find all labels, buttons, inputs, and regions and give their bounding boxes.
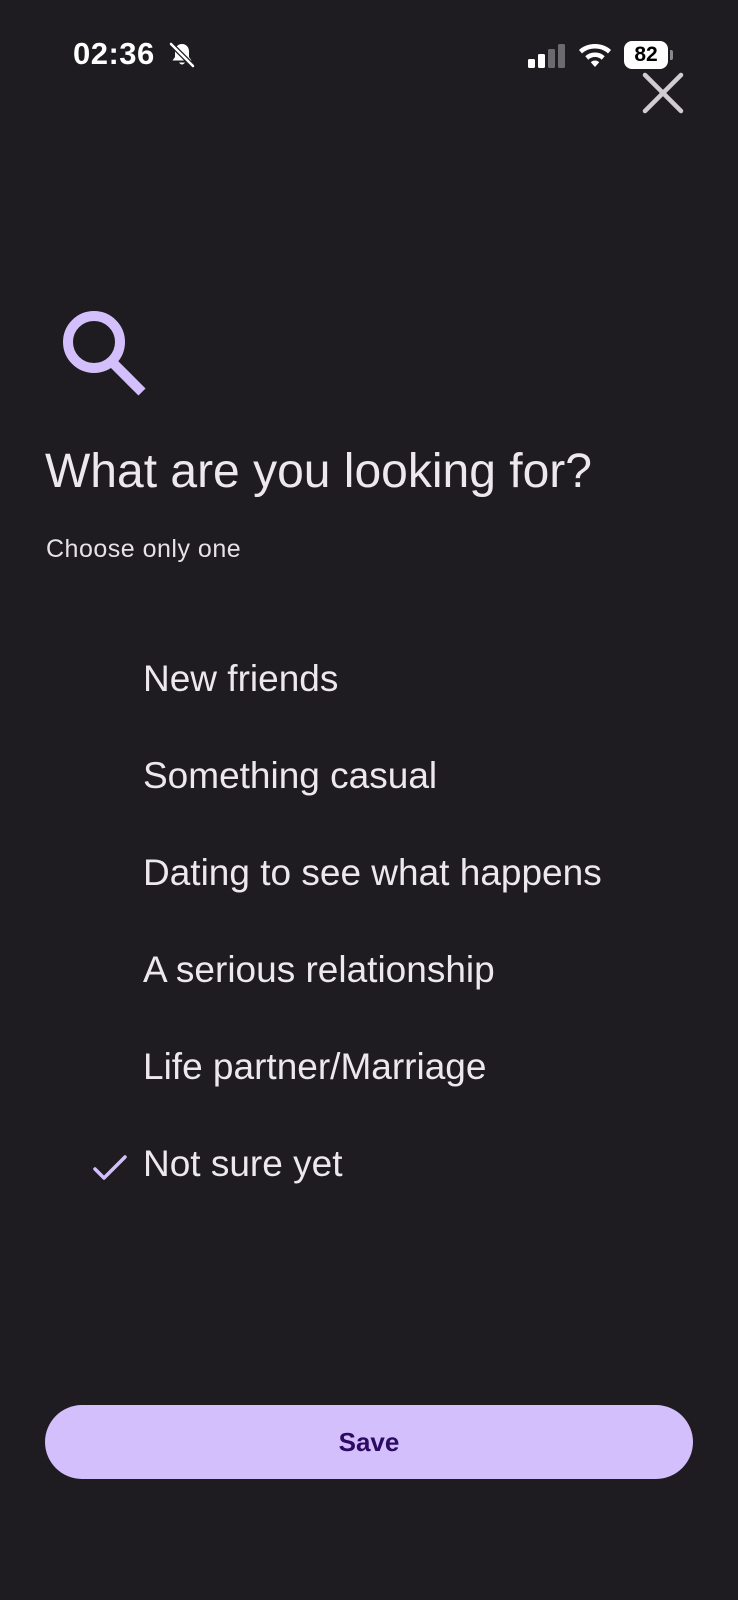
option-life-partner-marriage[interactable]: Life partner/Marriage [0, 1024, 738, 1121]
option-not-sure-yet[interactable]: Not sure yet [0, 1121, 738, 1218]
status-bar: 02:36 82 [0, 0, 738, 100]
option-label: Dating to see what happens [143, 852, 602, 893]
battery-level: 82 [624, 41, 668, 69]
option-something-casual[interactable]: Something casual [0, 733, 738, 830]
page-title: What are you looking for? [45, 445, 592, 498]
options-list: New friends Something casual Dating to s… [0, 636, 738, 1218]
battery-tip [670, 50, 673, 60]
wifi-icon [579, 44, 611, 67]
search-icon [63, 311, 146, 396]
option-label: Not sure yet [143, 1143, 343, 1184]
option-label: A serious relationship [143, 949, 495, 990]
bell-slash-icon [169, 42, 195, 68]
option-label: Life partner/Marriage [143, 1046, 487, 1087]
option-label: New friends [143, 658, 339, 699]
option-dating-to-see-what-happens[interactable]: Dating to see what happens [0, 830, 738, 927]
save-button[interactable]: Save [45, 1405, 693, 1479]
status-time: 02:36 [73, 36, 155, 71]
close-icon[interactable] [640, 70, 686, 116]
page-subtitle: Choose only one [46, 535, 242, 563]
cellular-signal-icon [528, 44, 565, 68]
option-serious-relationship[interactable]: A serious relationship [0, 927, 738, 1024]
option-new-friends[interactable]: New friends [0, 636, 738, 733]
battery-icon: 82 [624, 41, 673, 69]
option-label: Something casual [143, 755, 438, 796]
checkmark-icon [93, 1155, 127, 1180]
